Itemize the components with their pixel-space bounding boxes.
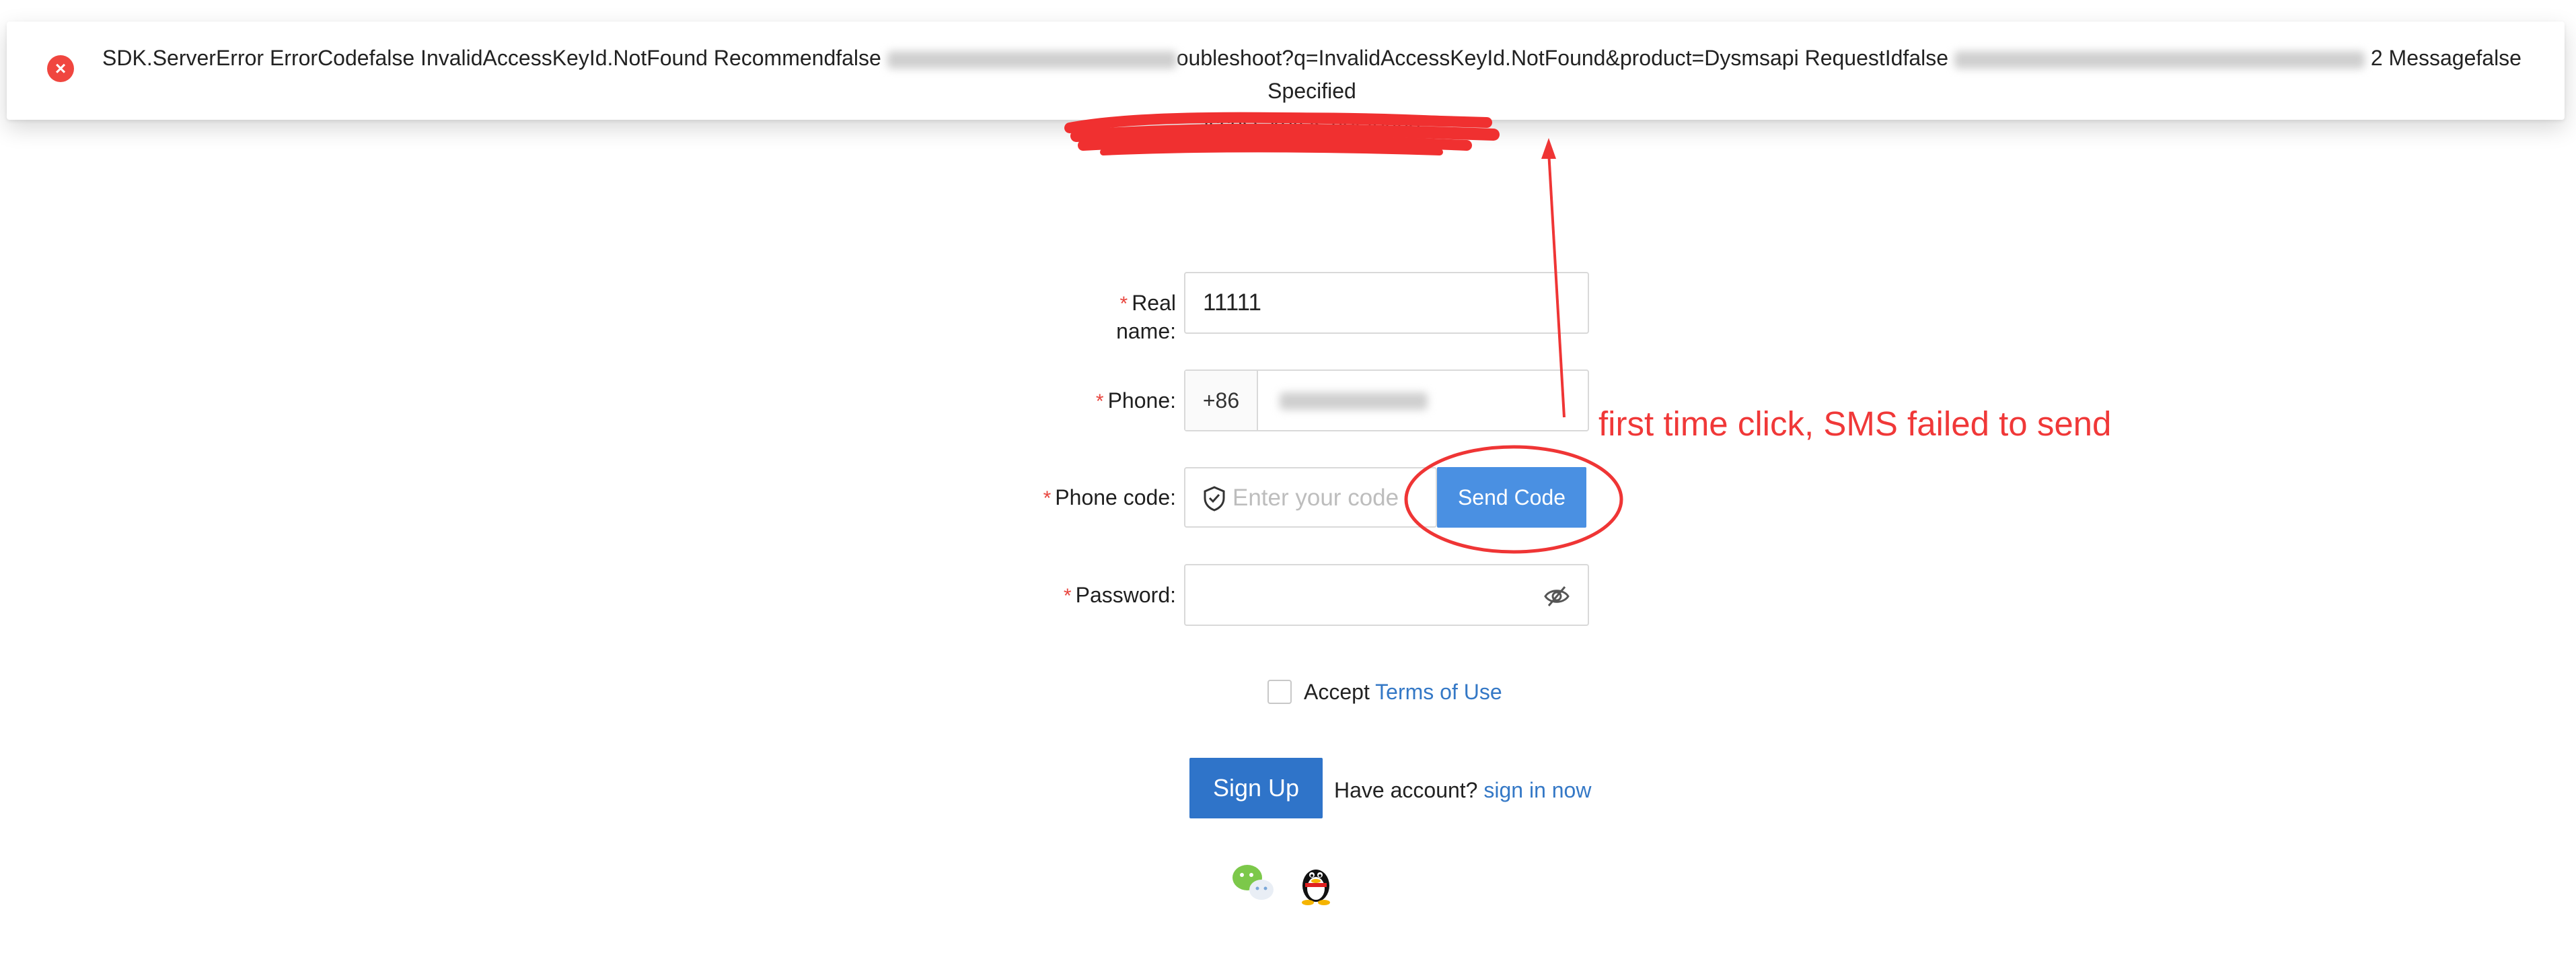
have-account-label: Have account?	[1334, 778, 1478, 802]
required-mark: *	[1063, 585, 1072, 607]
error-text-part-1: SDK.ServerError ErrorCodefalse InvalidAc…	[102, 46, 881, 70]
accept-terms-checkbox[interactable]	[1267, 680, 1292, 704]
annotation-text: first time click, SMS failed to send	[1598, 404, 2112, 443]
sign-in-link[interactable]: sign in now	[1483, 778, 1591, 802]
redacted-phone-number	[1280, 392, 1428, 410]
required-mark: *	[1043, 487, 1052, 509]
red-scribble-redaction	[1064, 112, 1500, 155]
real-name-value: 11111	[1203, 289, 1261, 316]
qq-icon[interactable]	[1296, 859, 1336, 906]
wechat-icon[interactable]	[1231, 863, 1276, 903]
phone-label: * Phone:	[1055, 387, 1176, 415]
accept-label: Accept	[1304, 680, 1370, 704]
phone-code-placeholder: Enter your code	[1232, 485, 1399, 511]
required-mark: *	[1095, 390, 1104, 413]
password-label-text: Password:	[1075, 583, 1176, 607]
error-message-banner: × SDK.ServerError ErrorCodefalse Invalid…	[7, 22, 2565, 136]
required-mark: *	[1119, 293, 1128, 315]
send-code-button[interactable]: Send Code	[1437, 467, 1586, 528]
red-arrow-head	[1541, 138, 1556, 159]
phone-country-prefix: +86	[1185, 371, 1258, 430]
phone-code-input[interactable]: Enter your code	[1184, 467, 1437, 528]
shield-check-icon	[1204, 486, 1225, 511]
real-name-input[interactable]: 11111	[1184, 272, 1589, 334]
phone-code-label: * Phone code:	[1023, 484, 1176, 512]
phone-code-label-text: Phone code:	[1055, 485, 1176, 509]
password-label: * Password:	[1055, 581, 1176, 610]
redacted-region	[1954, 50, 2365, 69]
phone-label-text: Phone:	[1107, 388, 1176, 413]
have-account-text: Have account? sign in now	[1334, 777, 1591, 804]
error-circle-icon: ×	[47, 55, 74, 82]
error-text-part-2: oubleshoot?q=InvalidAccessKeyId.NotFound…	[1176, 46, 1949, 70]
eye-invisible-icon[interactable]	[1543, 584, 1570, 608]
terms-of-use-link[interactable]: Terms of Use	[1375, 680, 1502, 704]
redacted-region	[887, 50, 1177, 69]
real-name-label: * Real name:	[1055, 289, 1176, 345]
phone-input[interactable]: +86	[1184, 369, 1589, 431]
accept-terms-text: Accept Terms of Use	[1304, 678, 1502, 705]
sign-up-button[interactable]: Sign Up	[1189, 758, 1323, 818]
password-input[interactable]	[1184, 564, 1589, 626]
